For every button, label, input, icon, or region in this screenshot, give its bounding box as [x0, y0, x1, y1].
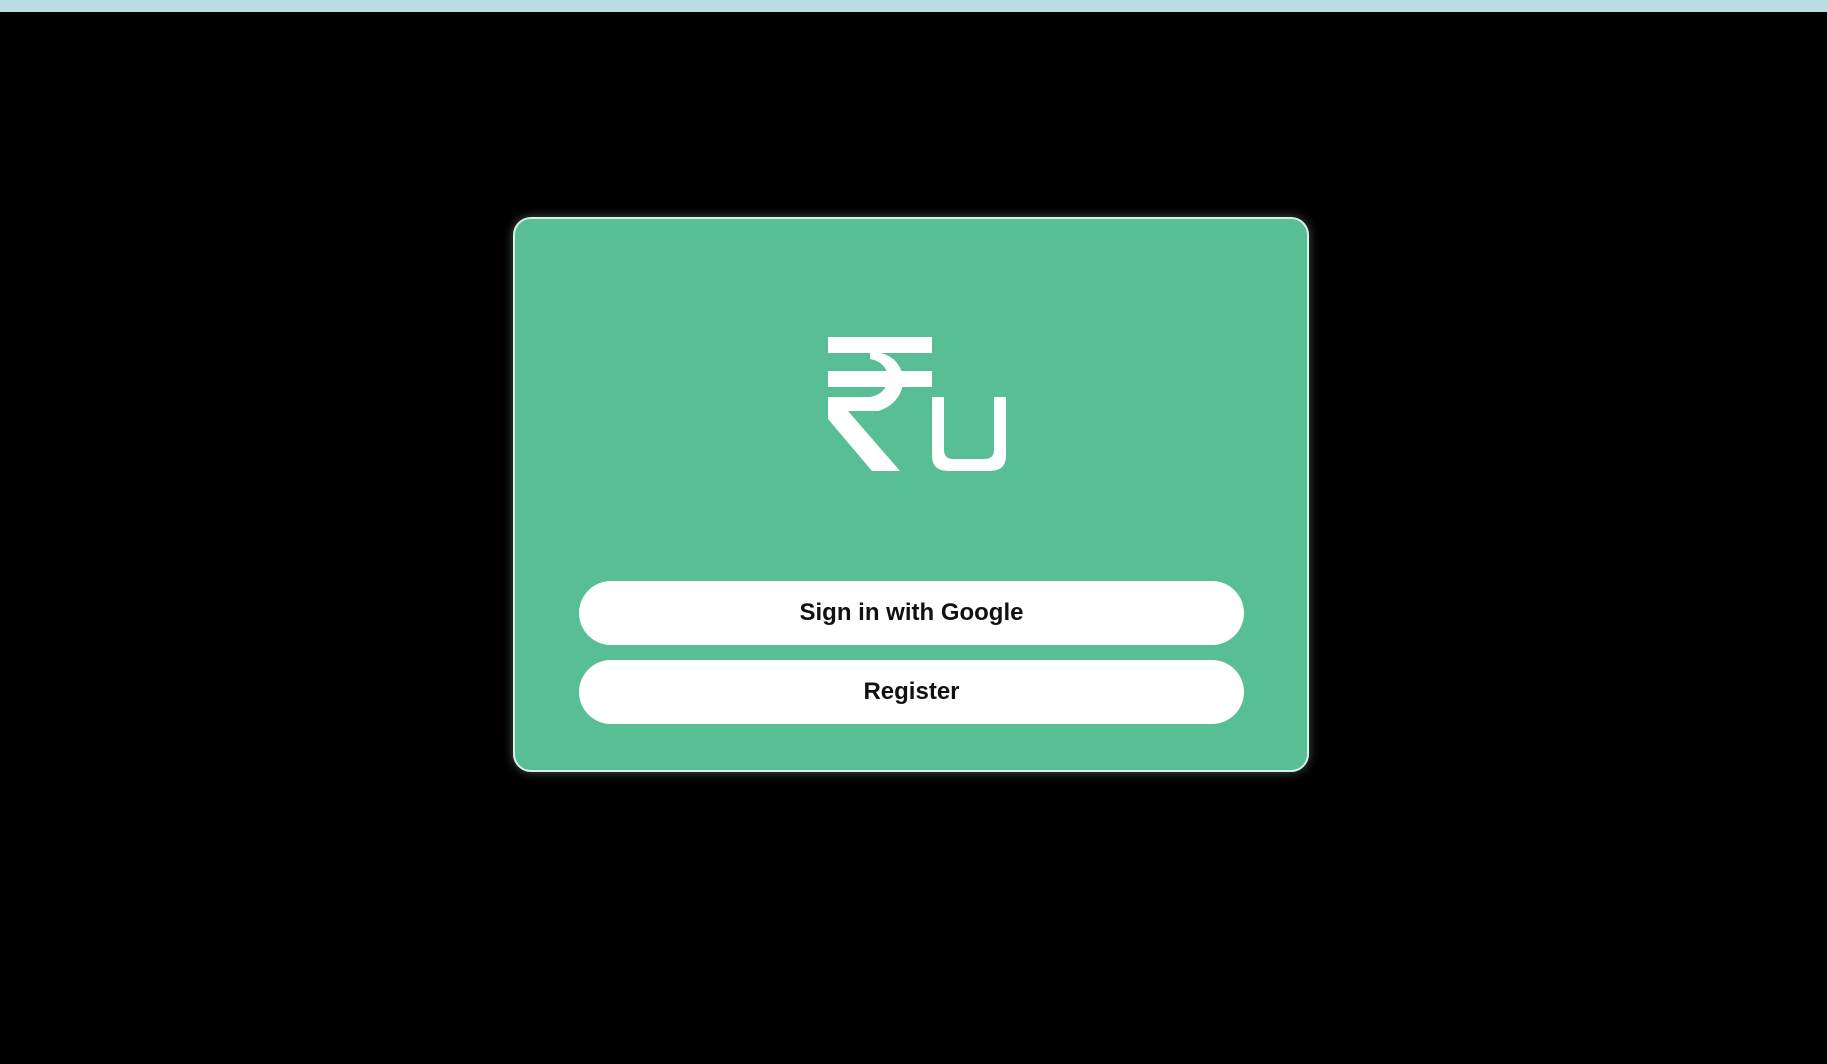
app-logo [820, 319, 1020, 489]
register-button[interactable]: Register [579, 660, 1244, 724]
rupee-u-logo-icon [828, 337, 1006, 471]
sign-in-with-google-button[interactable]: Sign in with Google [579, 581, 1244, 645]
register-label: Register [863, 678, 960, 705]
login-card: Sign in with Google Register [513, 217, 1309, 772]
top-strip [0, 0, 1827, 12]
sign-in-with-google-label: Sign in with Google [799, 599, 1024, 626]
